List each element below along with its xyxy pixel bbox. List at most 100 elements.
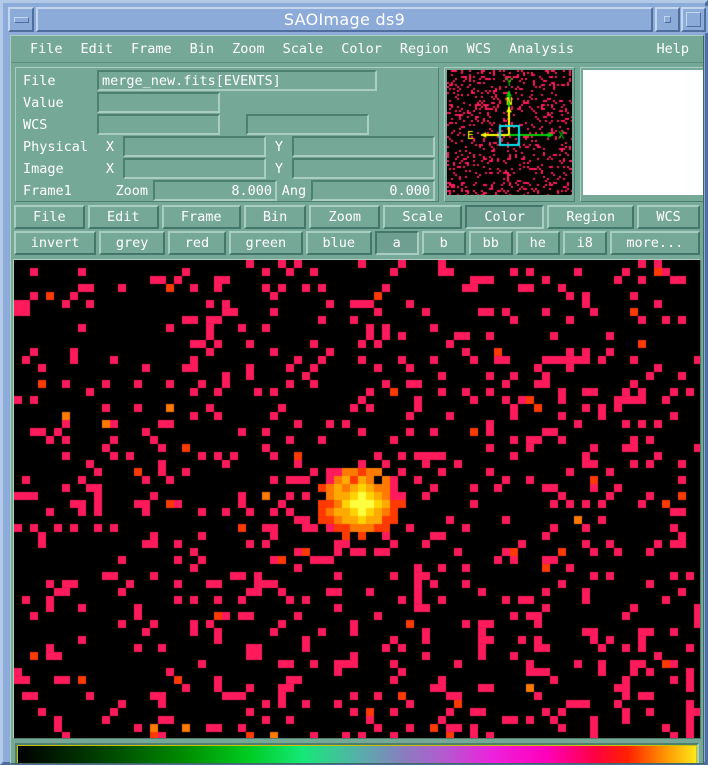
zoom-label: Zoom bbox=[115, 182, 148, 199]
zoom-field[interactable]: 8.000 bbox=[153, 180, 277, 201]
button-label: blue bbox=[322, 235, 356, 251]
btn-region[interactable]: Region bbox=[547, 205, 635, 229]
image-label: Image bbox=[23, 160, 64, 177]
wcs-y-field[interactable] bbox=[246, 114, 369, 135]
menu-analysis[interactable]: Analysis bbox=[500, 39, 583, 59]
frame-label: Frame1 bbox=[23, 182, 72, 199]
menu-frame[interactable]: Frame bbox=[122, 39, 181, 59]
ang-field[interactable]: 0.000 bbox=[311, 180, 435, 201]
physical-label: Physical bbox=[23, 138, 89, 155]
button-bars: File Edit Frame Bin Zoom Scale Color Region WCS … bbox=[11, 204, 703, 259]
menu-zoom[interactable]: Zoom bbox=[223, 39, 274, 59]
window-menu-icon[interactable] bbox=[8, 7, 34, 32]
file-field[interactable]: merge_new.fits[EVENTS] bbox=[97, 70, 377, 91]
wcs-label: WCS bbox=[23, 116, 48, 133]
panner[interactable] bbox=[447, 70, 572, 195]
cmap-green[interactable]: green bbox=[228, 231, 303, 255]
window-title-area: SAOImage ds9 bbox=[36, 7, 653, 32]
button-label: bb bbox=[482, 235, 499, 251]
button-label: Color bbox=[484, 209, 525, 225]
magnifier[interactable] bbox=[583, 70, 703, 195]
cmap-he[interactable]: he bbox=[515, 231, 560, 255]
btn-frame[interactable]: Frame bbox=[161, 205, 241, 229]
physical-y-field[interactable] bbox=[292, 136, 435, 157]
button-row-colormap: invert grey red green blue a b bb he i8 more... bbox=[14, 231, 700, 255]
window-title: SAOImage ds9 bbox=[283, 10, 406, 29]
info-row-file: File merge_new.fits[EVENTS] bbox=[19, 70, 435, 91]
button-label: Edit bbox=[107, 209, 140, 225]
button-label: he bbox=[529, 235, 546, 251]
image-canvas[interactable] bbox=[14, 260, 700, 738]
cmap-b[interactable]: b bbox=[421, 231, 466, 255]
value-label: Value bbox=[23, 94, 64, 111]
value-field[interactable] bbox=[97, 92, 220, 113]
button-label: more... bbox=[626, 235, 684, 251]
menubar: File Edit Frame Bin Zoom Scale Color Reg… bbox=[11, 36, 703, 63]
menu-region[interactable]: Region bbox=[391, 39, 458, 59]
btn-scale[interactable]: Scale bbox=[383, 205, 463, 229]
button-label: File bbox=[33, 209, 66, 225]
client-area: File Edit Frame Bin Zoom Scale Color Reg… bbox=[10, 35, 704, 764]
panner-frame bbox=[444, 67, 575, 202]
file-label: File bbox=[23, 72, 56, 89]
menu-scale[interactable]: Scale bbox=[274, 39, 333, 59]
image-x-label: X bbox=[105, 160, 115, 177]
menu-wcs[interactable]: WCS bbox=[458, 39, 500, 59]
button-label: grey bbox=[115, 235, 149, 251]
info-row-frame: Frame1 Zoom 8.000 Ang 0.000 bbox=[19, 180, 435, 201]
image-x-field[interactable] bbox=[123, 158, 266, 179]
btn-zoom[interactable]: Zoom bbox=[309, 205, 381, 229]
menu-file[interactable]: File bbox=[21, 39, 72, 59]
ds9-window: SAOImage ds9 File Edit Frame Bin Zoom Sc… bbox=[0, 0, 708, 765]
button-label: b bbox=[439, 235, 448, 251]
menu-bin[interactable]: Bin bbox=[181, 39, 223, 59]
maximize-icon[interactable] bbox=[681, 7, 706, 32]
button-label: Bin bbox=[262, 209, 288, 225]
window-menu-glyph bbox=[13, 16, 29, 23]
info-row-wcs: WCS bbox=[19, 114, 435, 135]
maximize-glyph bbox=[686, 12, 701, 27]
menu-edit[interactable]: Edit bbox=[72, 39, 123, 59]
image-y-label: Y bbox=[274, 160, 284, 177]
btn-edit[interactable]: Edit bbox=[87, 205, 159, 229]
menu-color[interactable]: Color bbox=[332, 39, 391, 59]
button-label: a bbox=[392, 235, 401, 251]
info-row-image: Image X Y bbox=[19, 158, 435, 179]
btn-wcs[interactable]: WCS bbox=[637, 205, 700, 229]
button-label: i8 bbox=[576, 235, 593, 251]
image-display[interactable] bbox=[13, 259, 701, 739]
cmap-bb[interactable]: bb bbox=[468, 231, 513, 255]
button-label: Scale bbox=[402, 209, 444, 225]
cmap-red[interactable]: red bbox=[168, 231, 226, 255]
minimize-icon[interactable] bbox=[655, 7, 680, 32]
physical-x-label: X bbox=[105, 138, 115, 155]
btn-color[interactable]: Color bbox=[465, 205, 545, 229]
button-label: red bbox=[184, 235, 210, 251]
button-label: Frame bbox=[180, 209, 222, 225]
button-label: Region bbox=[566, 209, 616, 225]
button-label: WCS bbox=[656, 209, 681, 225]
window-frame: SAOImage ds9 File Edit Frame Bin Zoom Sc… bbox=[0, 0, 708, 765]
info-panel: File merge_new.fits[EVENTS] Value WCS Ph… bbox=[11, 63, 703, 204]
cmap-blue[interactable]: blue bbox=[305, 231, 372, 255]
image-y-field[interactable] bbox=[292, 158, 435, 179]
btn-bin[interactable]: Bin bbox=[243, 205, 307, 229]
cmap-more[interactable]: more... bbox=[609, 231, 700, 255]
button-label: green bbox=[245, 235, 287, 251]
cmap-grey[interactable]: grey bbox=[99, 231, 166, 255]
titlebar: SAOImage ds9 bbox=[6, 6, 708, 33]
panner-canvas[interactable] bbox=[447, 70, 572, 195]
colorbar[interactable] bbox=[18, 746, 696, 763]
menu-help[interactable]: Help bbox=[647, 39, 703, 59]
cmap-invert[interactable]: invert bbox=[14, 231, 97, 255]
cmap-a[interactable]: a bbox=[374, 231, 419, 255]
btn-file[interactable]: File bbox=[14, 205, 85, 229]
physical-x-field[interactable] bbox=[123, 136, 266, 157]
button-label: Zoom bbox=[328, 209, 362, 225]
cmap-i8[interactable]: i8 bbox=[562, 231, 607, 255]
colorbar-frame bbox=[15, 743, 699, 763]
physical-y-label: Y bbox=[274, 138, 284, 155]
wcs-x-field[interactable] bbox=[97, 114, 220, 135]
magnifier-frame bbox=[580, 67, 703, 202]
info-fields: File merge_new.fits[EVENTS] Value WCS Ph… bbox=[15, 67, 439, 202]
